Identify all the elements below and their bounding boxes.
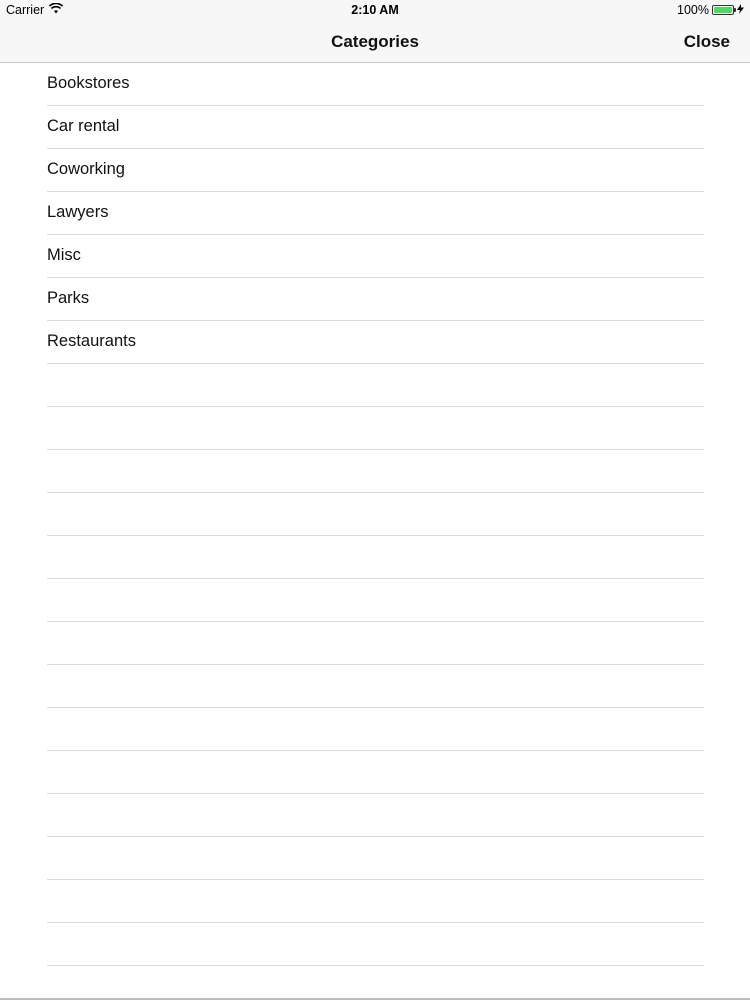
list-item-label: Coworking xyxy=(47,160,125,178)
empty-row xyxy=(0,665,750,708)
list-item[interactable]: Bookstores xyxy=(0,63,750,106)
page-title: Categories xyxy=(331,32,419,51)
close-button[interactable]: Close xyxy=(684,32,730,52)
empty-row xyxy=(0,622,750,665)
navigation-bar: Categories Close xyxy=(0,22,750,63)
list-item-label: Bookstores xyxy=(47,74,130,92)
status-right: 100% xyxy=(677,3,744,17)
empty-row xyxy=(0,450,750,493)
empty-row xyxy=(0,837,750,880)
list-item-label: Lawyers xyxy=(47,203,109,221)
charging-bolt-icon xyxy=(737,3,744,17)
empty-row xyxy=(0,536,750,579)
empty-row xyxy=(0,880,750,923)
list-item[interactable]: Coworking xyxy=(0,149,750,192)
list-item-label: Parks xyxy=(47,289,90,307)
battery-percentage: 100% xyxy=(677,3,709,17)
empty-row xyxy=(0,364,750,407)
empty-row xyxy=(0,708,750,751)
empty-row xyxy=(0,751,750,794)
categories-list: Bookstores Car rental Coworking Lawyers Misc… xyxy=(0,63,750,966)
list-item-label: Restaurants xyxy=(47,332,136,350)
status-bar: Carrier 2:10 AM 100% xyxy=(0,0,750,22)
empty-row xyxy=(0,493,750,536)
list-item[interactable]: Parks xyxy=(0,278,750,321)
list-item-label: Car rental xyxy=(47,117,120,135)
list-item[interactable]: Lawyers xyxy=(0,192,750,235)
list-item[interactable]: Restaurants xyxy=(0,321,750,364)
empty-row xyxy=(0,579,750,622)
battery-icon xyxy=(712,5,736,15)
empty-row xyxy=(0,407,750,450)
list-item-label: Misc xyxy=(47,246,81,264)
empty-row xyxy=(0,794,750,837)
list-item[interactable]: Misc xyxy=(0,235,750,278)
list-item[interactable]: Car rental xyxy=(0,106,750,149)
status-time: 2:10 AM xyxy=(351,3,399,17)
empty-row xyxy=(0,923,750,966)
